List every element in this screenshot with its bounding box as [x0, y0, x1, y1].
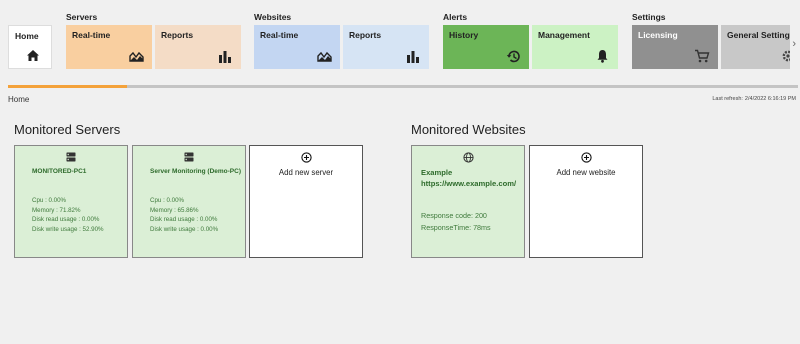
tile-label: Management [538, 30, 590, 40]
server-name: MONITORED-PC1 [32, 168, 87, 175]
tile-servers-reports[interactable]: Reports [155, 25, 241, 69]
tile-label: Licensing [638, 30, 678, 40]
tile-home-label: Home [15, 31, 39, 41]
area-chart-icon [316, 49, 332, 63]
response-time: ResponseTime: 78ms [421, 222, 491, 232]
tile-label: General Settings [727, 30, 790, 40]
group-label-settings: Settings [632, 12, 666, 22]
server-card[interactable]: MONITORED-PC1 Cpu : 0.00% Memory : 71.82… [14, 145, 128, 258]
websites-section-title: Monitored Websites [411, 122, 526, 137]
server-card[interactable]: Server Monitoring (Demo-PC) Cpu : 0.00% … [132, 145, 246, 258]
history-icon [505, 49, 521, 63]
area-chart-icon [128, 49, 144, 63]
bell-icon [594, 49, 610, 63]
tile-label: History [449, 30, 479, 40]
globe-icon [412, 152, 524, 163]
ribbon-nav: Home Servers Real-time Reports Websites … [0, 0, 800, 92]
tile-label: Real-time [72, 30, 111, 40]
tile-label: Reports [349, 30, 382, 40]
gear-icon [780, 49, 790, 63]
website-card[interactable]: Example https://www.example.com/ Respons… [411, 145, 525, 258]
bar-chart-icon [217, 49, 233, 63]
tile-websites-reports[interactable]: Reports [343, 25, 429, 69]
plus-circle-icon [250, 152, 362, 163]
tile-label: Real-time [260, 30, 299, 40]
disk-write-usage: Disk write usage : 52.90% [32, 225, 104, 233]
add-website-label: Add new website [556, 168, 616, 177]
disk-write-usage: Disk write usage : 0.00% [150, 225, 219, 233]
disk-read-usage: Disk read usage : 0.00% [150, 216, 218, 224]
last-refresh: Last refresh: 2/4/2022 6:16:19 PM [710, 96, 796, 102]
tile-servers-realtime[interactable]: Real-time [66, 25, 152, 69]
website-name: Example https://www.example.com/ [421, 168, 517, 188]
cart-icon [694, 49, 710, 63]
server-stats: Cpu : 0.00% Memory : 65.86% Disk read us… [150, 196, 218, 234]
breadcrumb: Home [8, 95, 30, 104]
plus-circle-icon [530, 152, 642, 163]
add-server-label: Add new server [278, 168, 334, 177]
group-label-servers: Servers [66, 12, 98, 22]
server-icon [15, 152, 127, 162]
last-refresh-label: Last refresh: [712, 96, 743, 102]
tile-websites-realtime[interactable]: Real-time [254, 25, 340, 69]
memory-usage: Memory : 65.86% [150, 206, 199, 214]
bar-chart-icon [405, 49, 421, 63]
scroll-right-chevron-icon[interactable]: › [792, 38, 796, 50]
tile-home[interactable]: Home [8, 25, 52, 69]
cpu-usage: Cpu : 0.00% [150, 197, 185, 204]
server-icon [133, 152, 245, 162]
add-website-button[interactable]: Add new website [529, 145, 643, 258]
cpu-usage: Cpu : 0.00% [32, 197, 67, 204]
group-label-websites: Websites [254, 12, 292, 22]
last-refresh-value: 2/4/2022 6:16:19 PM [744, 96, 796, 102]
add-server-button[interactable]: Add new server [249, 145, 363, 258]
response-code: Response code: 200 [421, 211, 487, 220]
home-icon [25, 48, 41, 62]
tile-alerts-history[interactable]: History [443, 25, 529, 69]
progress-bar-fill [8, 85, 127, 88]
disk-read-usage: Disk read usage : 0.00% [32, 216, 100, 224]
progress-bar [8, 85, 798, 88]
memory-usage: Memory : 71.82% [32, 206, 81, 214]
tile-label: Reports [161, 30, 194, 40]
server-name: Server Monitoring (Demo-PC) [150, 168, 242, 175]
group-label-alerts: Alerts [443, 12, 468, 22]
tile-alerts-management[interactable]: Management [532, 25, 618, 69]
servers-section-title: Monitored Servers [14, 122, 121, 137]
tile-settings-general[interactable]: General Settings [721, 25, 790, 69]
website-stats: Response code: 200 ResponseTime: 78ms [421, 210, 491, 233]
server-stats: Cpu : 0.00% Memory : 71.82% Disk read us… [32, 196, 104, 234]
tile-settings-licensing[interactable]: Licensing [632, 25, 718, 69]
